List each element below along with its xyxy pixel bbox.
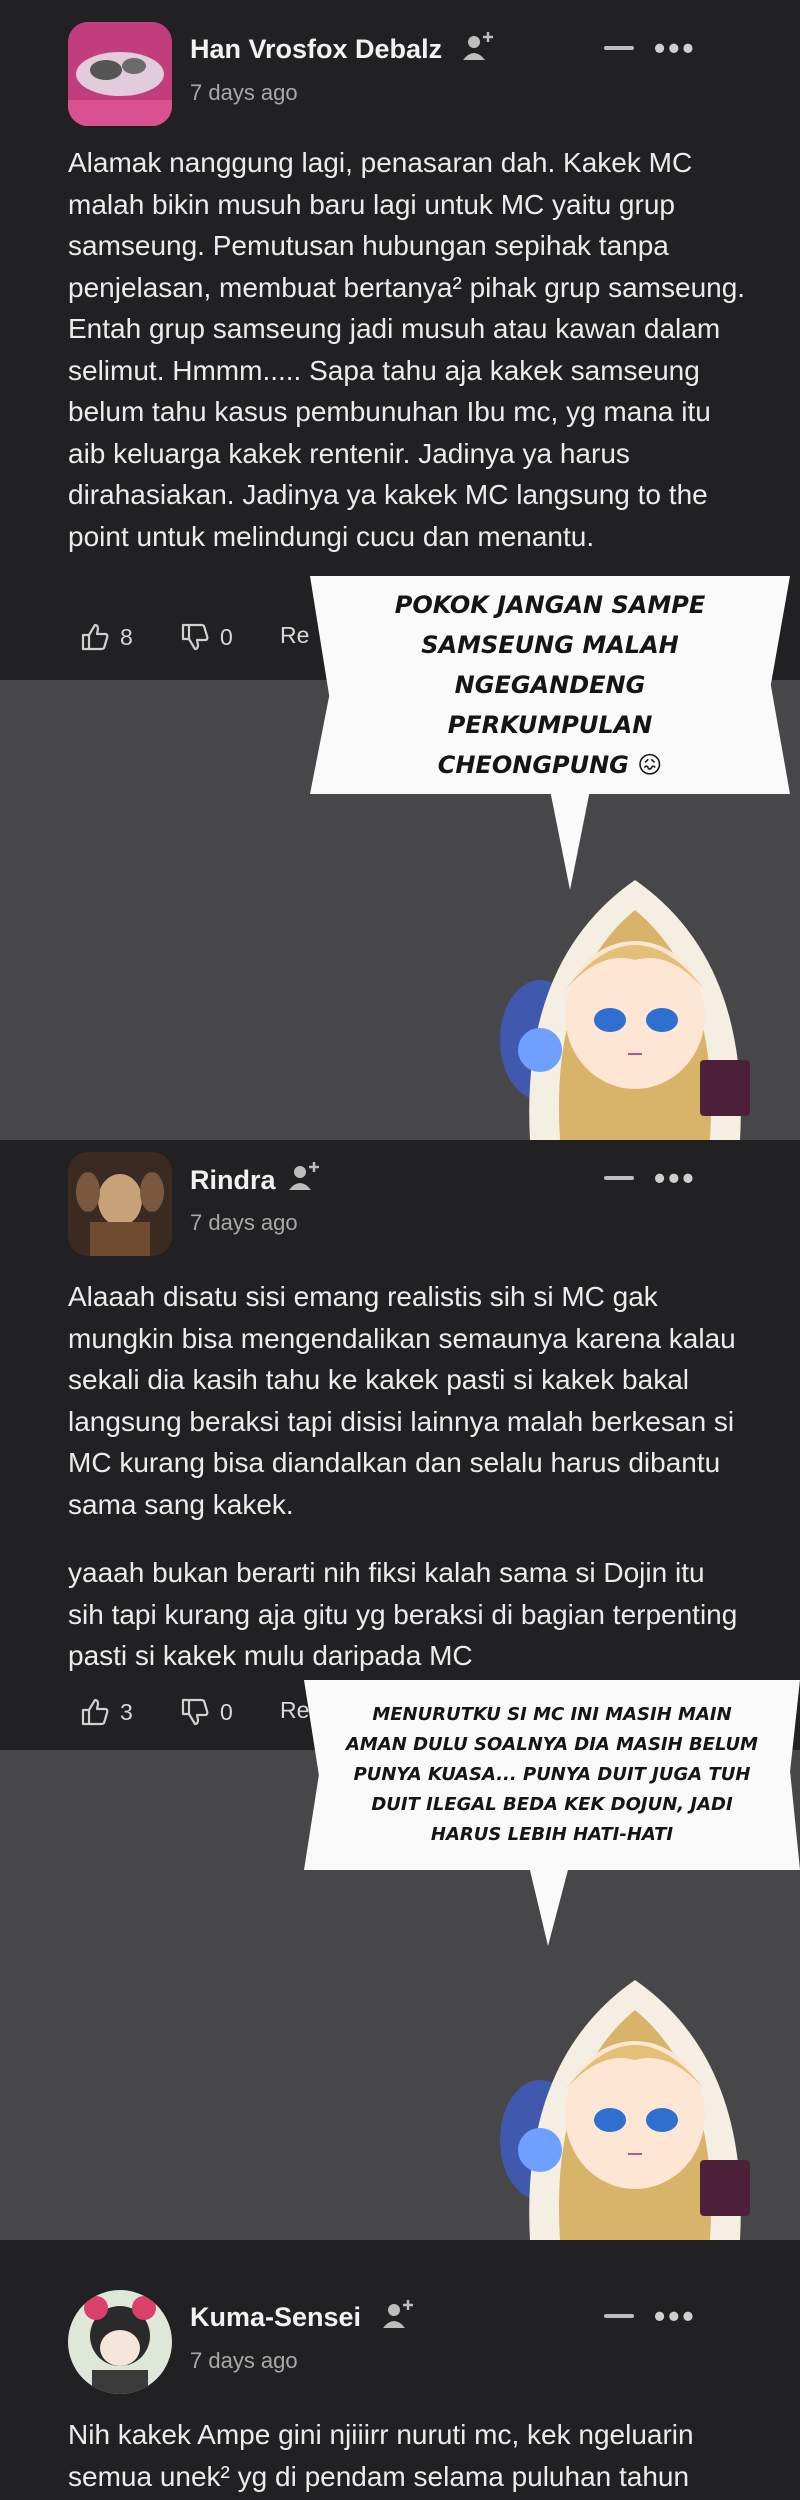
thumbs-down-icon bbox=[181, 623, 209, 651]
sticker-text: MENURUTKU SI MC INI MASIH MAIN AMAN DULU… bbox=[346, 1704, 758, 1845]
avatar[interactable] bbox=[68, 1152, 172, 1256]
reply-label: Re bbox=[280, 1697, 310, 1723]
more-options-button[interactable]: ••• bbox=[654, 2300, 697, 2332]
dislike-count: 0 bbox=[220, 1698, 233, 1725]
avatar-image bbox=[68, 2290, 172, 2394]
thumbs-down-icon bbox=[181, 1698, 209, 1726]
avatar-image bbox=[68, 22, 172, 126]
collapse-button[interactable] bbox=[604, 46, 634, 50]
collapse-button[interactable] bbox=[604, 2314, 634, 2318]
username[interactable]: Han Vrosfox Debalz bbox=[190, 34, 442, 65]
chibi-character bbox=[500, 1980, 750, 2240]
comment-body: Alamak nanggung lagi, penasaran dah. Kak… bbox=[68, 147, 746, 552]
reply-button[interactable]: Re bbox=[280, 622, 309, 649]
add-user-icon[interactable] bbox=[286, 1160, 322, 1194]
more-options-button[interactable]: ••• bbox=[654, 1162, 697, 1194]
username[interactable]: Rindra bbox=[190, 1165, 276, 1196]
like-count: 3 bbox=[120, 1698, 133, 1725]
like-count: 8 bbox=[120, 623, 133, 650]
collapse-button[interactable] bbox=[604, 1176, 634, 1180]
timestamp: 7 days ago bbox=[190, 1210, 298, 1235]
avatar-image bbox=[68, 1152, 172, 1256]
like-button[interactable]: 3 bbox=[80, 1697, 133, 1727]
comment-body-paragraph: yaaah bukan berarti nih fiksi kalah sama… bbox=[68, 1557, 738, 1671]
comment-card: Kuma-Sensei 7 days ago ••• Nih kakek Amp… bbox=[0, 2240, 800, 2500]
like-button[interactable]: 8 bbox=[80, 622, 133, 652]
add-user-icon[interactable] bbox=[460, 30, 496, 64]
dislike-count: 0 bbox=[220, 623, 233, 650]
avatar[interactable] bbox=[68, 22, 172, 126]
dislike-button[interactable]: 0 bbox=[180, 622, 233, 652]
avatar[interactable] bbox=[68, 2290, 172, 2394]
reply-label: Re bbox=[280, 622, 310, 648]
add-user-icon[interactable] bbox=[380, 2298, 416, 2332]
comment-card: Rindra 7 days ago ••• Alaaah disatu sisi… bbox=[0, 1140, 800, 1750]
sticker-text: POKOK JANGAN SAMPE SAMSEUNG MALAH NGEGAN… bbox=[394, 591, 706, 779]
thumbs-up-icon bbox=[81, 1698, 109, 1726]
more-options-button[interactable]: ••• bbox=[654, 32, 697, 64]
timestamp: 7 days ago bbox=[190, 2348, 298, 2373]
speech-bubble: POKOK JANGAN SAMPE SAMSEUNG MALAH NGEGAN… bbox=[310, 576, 790, 794]
comment-body: Alaaah disatu sisi emang realistis sih s… bbox=[68, 1281, 736, 1520]
dislike-button[interactable]: 0 bbox=[180, 1697, 233, 1727]
bubble-tail bbox=[529, 1866, 569, 1946]
reply-button[interactable]: Re bbox=[280, 1697, 309, 1724]
thumbs-up-icon bbox=[81, 623, 109, 651]
timestamp: 7 days ago bbox=[190, 80, 298, 105]
speech-bubble: MENURUTKU SI MC INI MASIH MAIN AMAN DULU… bbox=[304, 1680, 800, 1870]
chibi-character bbox=[500, 880, 750, 1140]
username[interactable]: Kuma-Sensei bbox=[190, 2302, 361, 2333]
comment-body: Nih kakek Ampe gini njiiirr nuruti mc, k… bbox=[68, 2419, 694, 2492]
